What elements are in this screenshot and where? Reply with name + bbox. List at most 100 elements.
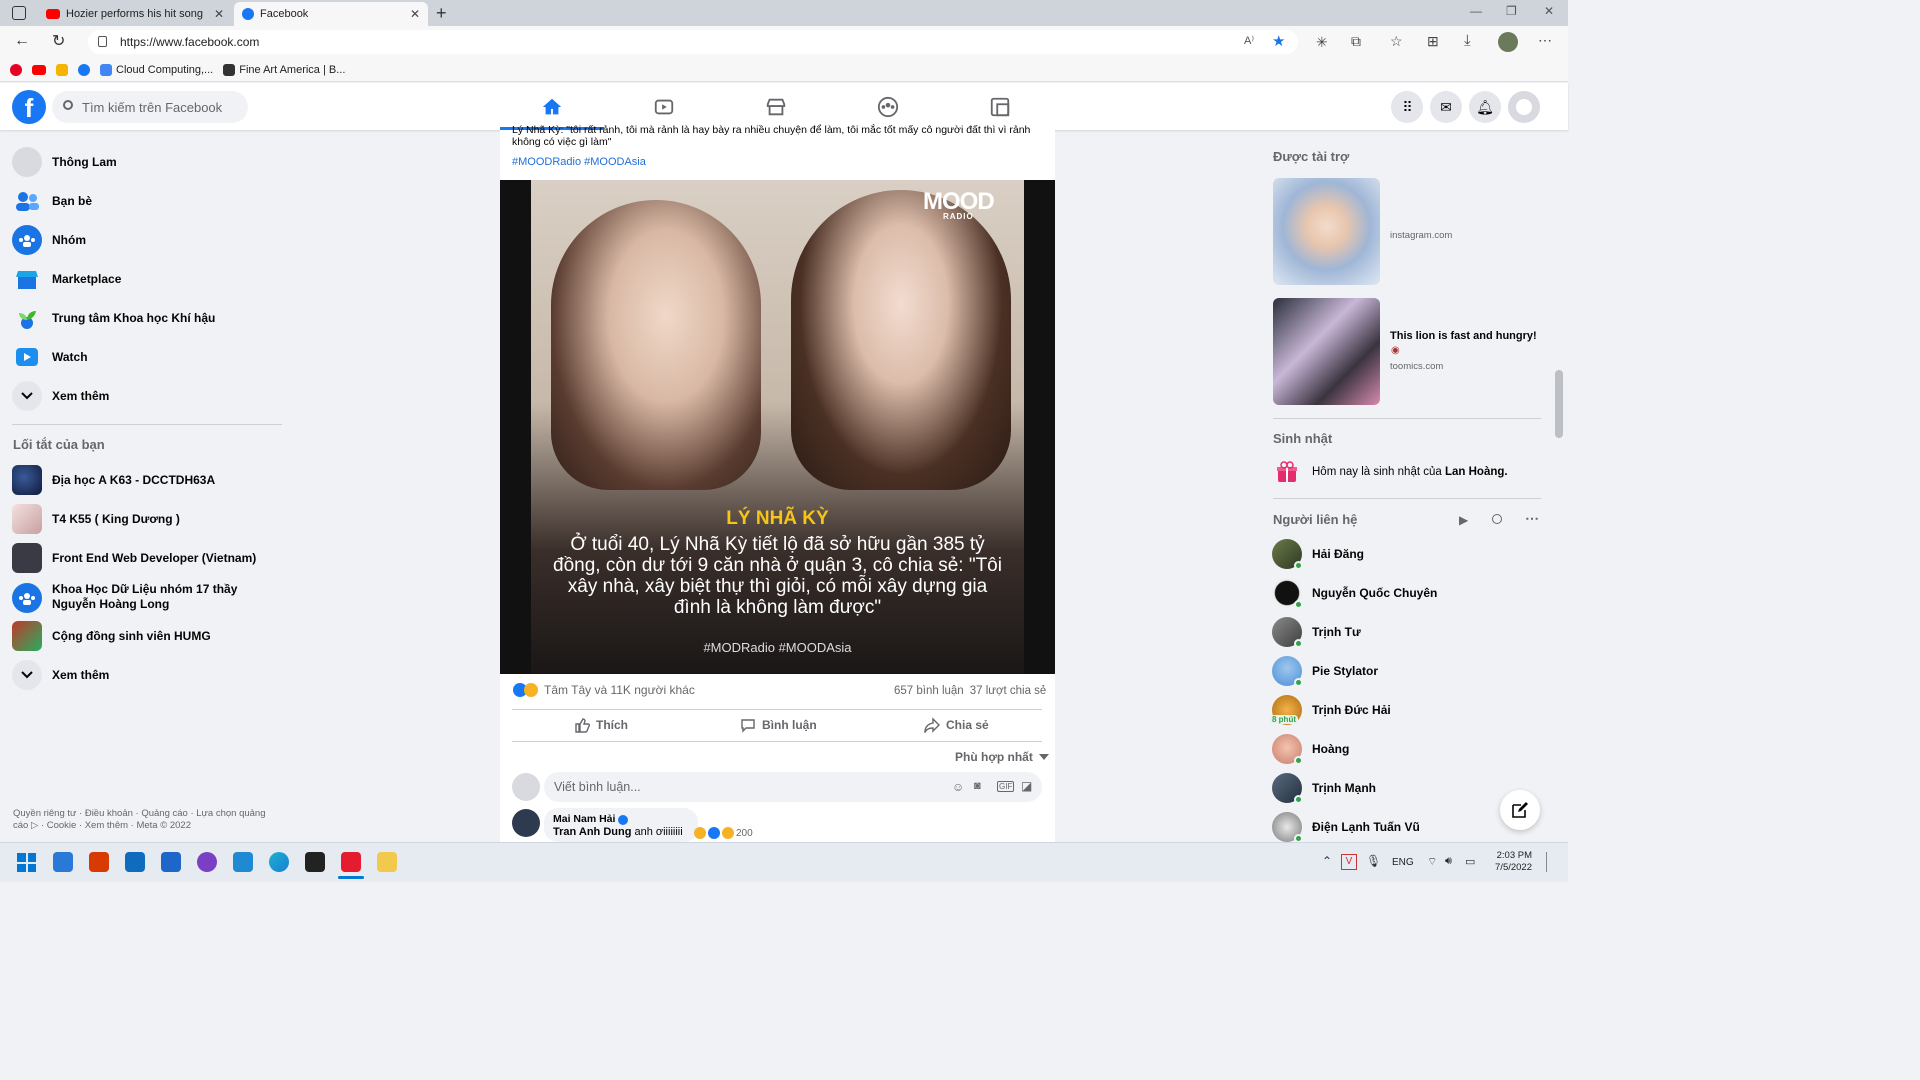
sticker-icon[interactable]: ◪	[1021, 779, 1032, 793]
post-hashtags[interactable]: #MOODRadio #MOODAsia	[512, 156, 646, 168]
ad-image[interactable]	[1273, 178, 1380, 285]
sidebar-item-profile[interactable]: Thông Lam	[12, 147, 117, 177]
notifications-button[interactable]: 🔔︎	[1469, 91, 1501, 123]
close-tab-icon[interactable]: ✕	[214, 7, 224, 21]
back-icon[interactable]: ←	[14, 32, 30, 50]
shortcut-item[interactable]: T4 K55 ( King Dương )	[12, 504, 180, 534]
account-avatar[interactable]	[1508, 91, 1540, 123]
tray-app-icon[interactable]: V	[1341, 854, 1357, 870]
contact-item[interactable]: 8 phút Trịnh Đức Hải	[1270, 695, 1391, 725]
shortcut-item[interactable]: Cộng đồng sinh viên HUMG	[12, 621, 211, 651]
tab-youtube[interactable]: Hozier performs his hit song 'Tak ✕	[38, 2, 232, 26]
refresh-icon[interactable]: ↻	[52, 31, 65, 51]
more-options-icon[interactable]: ⋯	[1525, 510, 1539, 527]
restore-button[interactable]: ❐	[1506, 4, 1517, 18]
sidebar-item-groups[interactable]: Nhóm	[12, 225, 86, 255]
birthday-notice[interactable]: Hôm nay là sinh nhật của Lan Hoàng.	[1312, 466, 1508, 478]
comment-input[interactable]: Viết bình luận... ☺ ◙ GIF ◪	[544, 772, 1042, 802]
shortcut-item[interactable]: Địa học A K63 - DCCTDH63A	[12, 465, 215, 495]
contact-item[interactable]: Điện Lạnh Tuấn Vũ	[1272, 812, 1420, 843]
commenter-avatar[interactable]	[512, 809, 540, 837]
search-icon[interactable]	[1492, 514, 1502, 524]
chevron-up-icon[interactable]: ⌃	[1322, 854, 1332, 868]
favorites-icon[interactable]: ☆	[1390, 33, 1403, 50]
contact-item[interactable]: Pie Stylator	[1272, 656, 1378, 687]
wifi-icon[interactable]: ⌔	[1427, 855, 1437, 869]
facebook-icon[interactable]	[78, 63, 90, 76]
collections-icon[interactable]: ⊞	[1427, 33, 1439, 50]
edge-app-icon[interactable]	[269, 852, 289, 872]
extension-icon[interactable]: ✳	[1316, 34, 1328, 51]
github-app-icon[interactable]	[197, 852, 217, 872]
like-button[interactable]: Thích	[574, 717, 628, 733]
todo-app-icon[interactable]	[53, 852, 73, 872]
ad-title[interactable]: This lion is fast and hungry!	[1390, 330, 1540, 342]
sidebar-item-climate-center[interactable]: Trung tâm Khoa học Khí hậu	[12, 303, 215, 333]
footer-links[interactable]: Quyền riêng tư · Điều khoản · Quảng cáo …	[13, 808, 278, 832]
facebook-logo[interactable]: f	[12, 90, 46, 124]
comment-author[interactable]: Mai Nam Hải	[553, 813, 615, 826]
camera-icon[interactable]: ◙	[974, 780, 981, 792]
youtube-icon[interactable]	[32, 64, 46, 75]
contact-item[interactable]: Hải Đăng	[1272, 539, 1364, 570]
favorite-star-icon[interactable]: ★	[1272, 32, 1285, 50]
nav-gaming[interactable]	[946, 86, 1054, 128]
video-room-icon[interactable]: ▶	[1459, 513, 1468, 527]
mail-app-icon[interactable]	[125, 852, 145, 872]
comment-reactions[interactable]: 200	[694, 827, 753, 839]
battery-icon[interactable]: ▭	[1465, 855, 1475, 868]
shortcut-item[interactable]: Front End Web Developer (Vietnam)	[12, 543, 256, 573]
reaction-summary[interactable]: Tâm Tây và 11K người khác	[513, 683, 695, 697]
bookmark-fine-art-america[interactable]: Fine Art America | B...	[223, 63, 345, 76]
ad-domain[interactable]: instagram.com	[1390, 230, 1452, 241]
vscode-app-icon[interactable]	[233, 852, 253, 872]
comment-sort-dropdown[interactable]: Phù hợp nhất	[955, 750, 1049, 764]
new-tab-button[interactable]: +	[436, 3, 447, 24]
puzzle-icon[interactable]: ⧉	[1351, 33, 1361, 50]
ad-image[interactable]	[1273, 298, 1380, 405]
contact-item[interactable]: Trịnh Mạnh	[1272, 773, 1376, 804]
contact-item[interactable]: Nguyễn Quốc Chuyên	[1272, 578, 1437, 609]
sidebar-item-friends[interactable]: Bạn bè	[12, 186, 92, 216]
bookmark-icon[interactable]	[56, 63, 68, 76]
sidebar-item-watch[interactable]: Watch	[12, 342, 88, 372]
comments-count[interactable]: 657 bình luận	[894, 685, 964, 697]
contact-item[interactable]: Trịnh Tư	[1272, 617, 1361, 648]
sidebar-item-marketplace[interactable]: Marketplace	[12, 264, 121, 294]
address-bar[interactable]: https://www.facebook.com A⁾ ★	[88, 30, 1298, 54]
nav-marketplace[interactable]	[722, 86, 830, 128]
read-aloud-icon[interactable]: A⁾	[1244, 34, 1254, 47]
ad-domain[interactable]: toomics.com	[1390, 361, 1443, 372]
download-icon[interactable]: ⤓	[1464, 32, 1471, 49]
see-more-button[interactable]: Xem thêm	[12, 381, 109, 411]
app-icon[interactable]	[341, 852, 361, 872]
share-button[interactable]: Chia sẻ	[924, 717, 989, 733]
clock[interactable]: 2:03 PM 7/5/2022	[1484, 850, 1532, 874]
nav-watch[interactable]	[610, 86, 718, 128]
shares-count[interactable]: 37 lượt chia sẻ	[970, 685, 1047, 697]
emoji-icon[interactable]: ☺	[952, 780, 964, 794]
post-image[interactable]: MOOD RADIO LÝ NHÃ KỲ Ở tuổi 40, Lý Nhã K…	[500, 180, 1055, 674]
more-menu-icon[interactable]: ⋯	[1538, 32, 1552, 49]
file-explorer-icon[interactable]	[377, 852, 397, 872]
office-app-icon[interactable]	[89, 852, 109, 872]
show-desktop-button[interactable]	[1546, 852, 1554, 872]
gif-icon[interactable]: GIF	[997, 781, 1015, 792]
microphone-icon[interactable]: 🎙︎	[1366, 854, 1381, 868]
tab-actions-icon[interactable]	[12, 6, 26, 20]
facebook-search-input[interactable]: Tìm kiếm trên Facebook	[52, 91, 248, 123]
comment-button[interactable]: Bình luận	[740, 717, 817, 733]
comment-mention[interactable]: Tran Anh Dung	[553, 826, 631, 838]
new-message-button[interactable]	[1500, 790, 1540, 830]
nav-groups[interactable]	[834, 86, 942, 128]
page-scrollbar[interactable]	[1555, 370, 1563, 438]
start-button[interactable]	[17, 853, 36, 872]
input-language[interactable]: ENG	[1392, 857, 1414, 868]
bookmark-cloud-computing[interactable]: Cloud Computing,...	[100, 63, 213, 76]
tab-facebook[interactable]: Facebook ✕	[234, 2, 428, 26]
media-app-icon[interactable]	[305, 852, 325, 872]
profile-avatar[interactable]	[1498, 32, 1518, 52]
messenger-button[interactable]: ✉	[1430, 91, 1462, 123]
volume-icon[interactable]: 🔊︎	[1445, 855, 1452, 868]
contact-item[interactable]: Hoàng	[1272, 734, 1349, 765]
